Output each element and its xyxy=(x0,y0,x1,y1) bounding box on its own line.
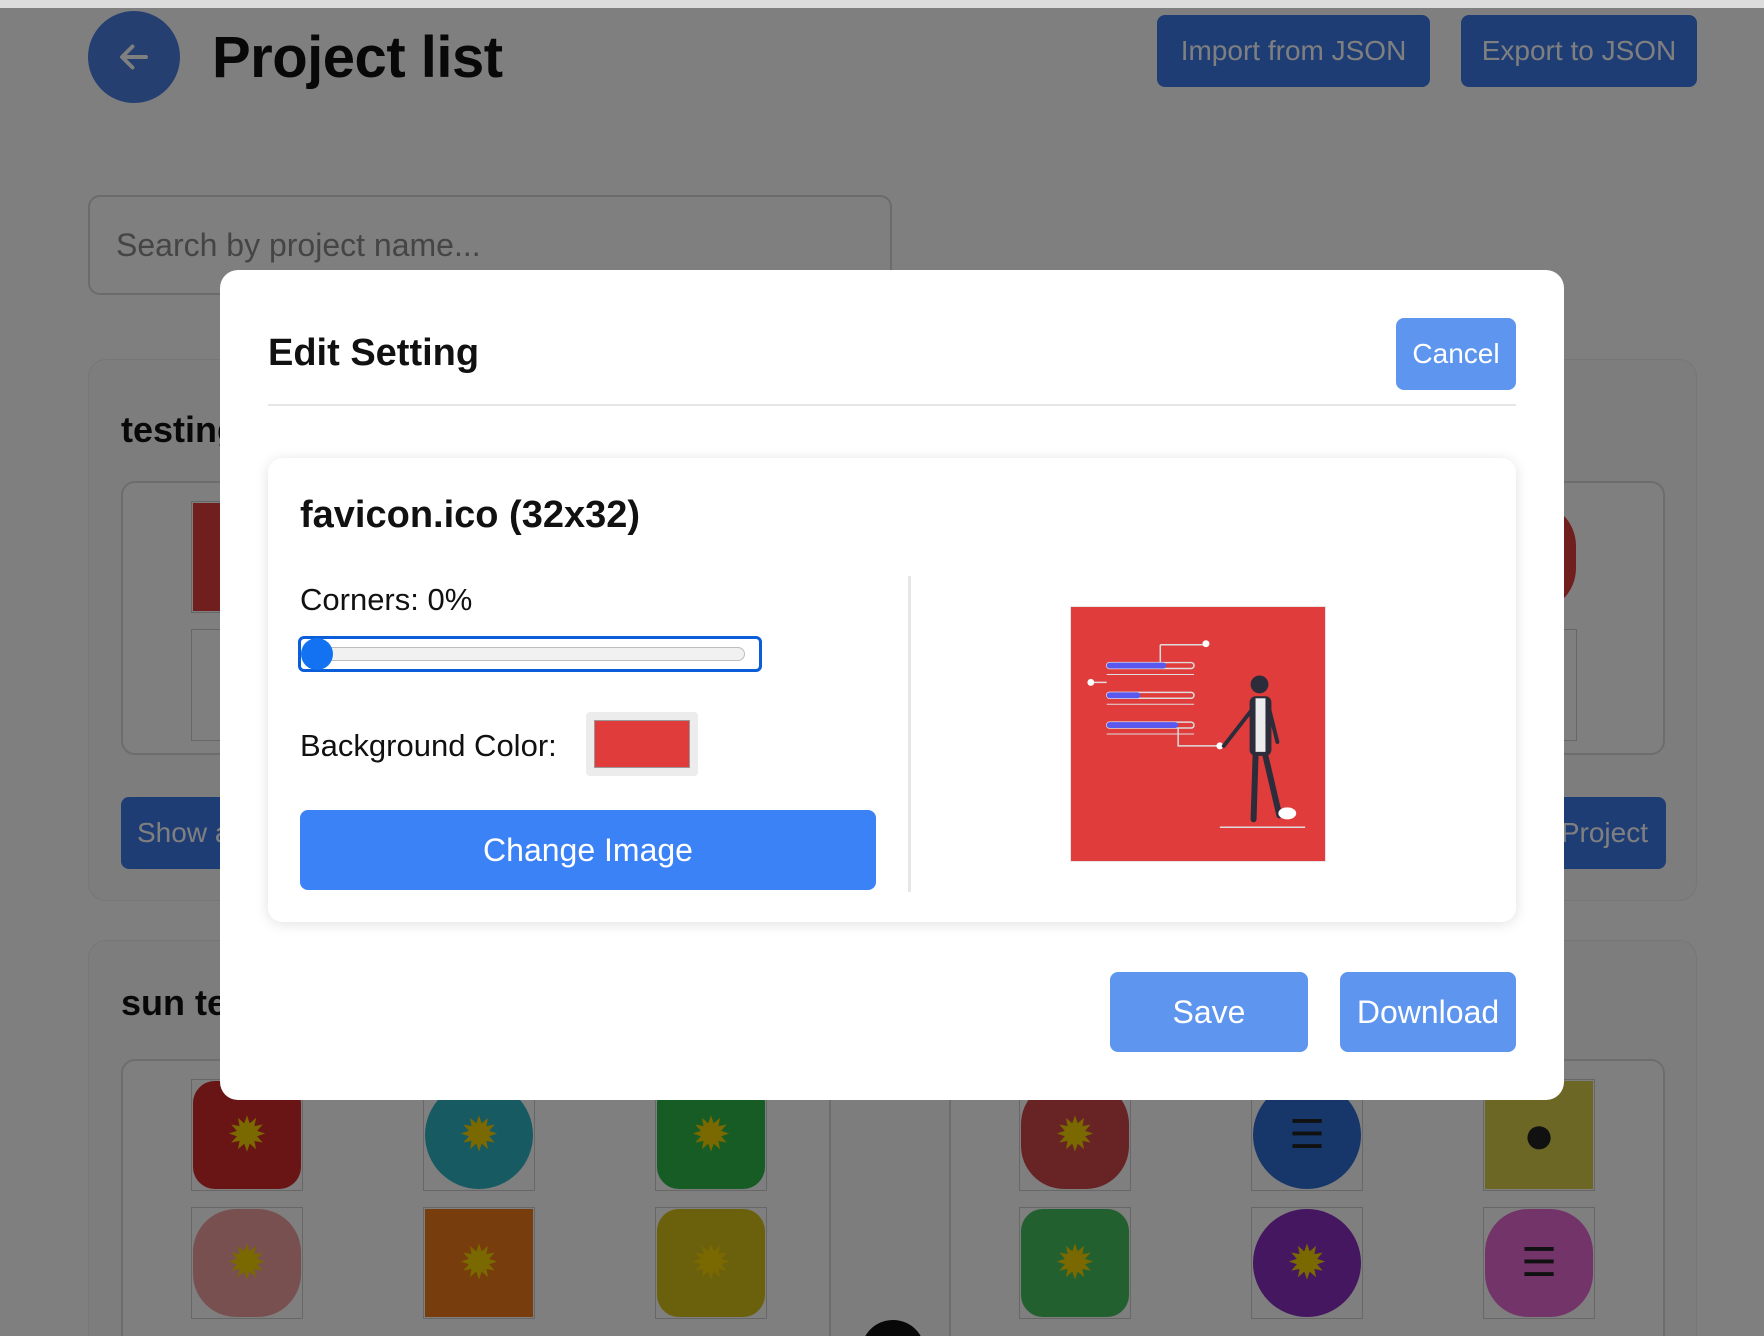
setting-card: favicon.ico (32x32) Corners: 0% Backgrou… xyxy=(268,458,1516,922)
person-illustration-icon xyxy=(1087,640,1306,829)
change-image-button[interactable]: Change Image xyxy=(300,810,876,890)
vertical-divider xyxy=(908,576,911,892)
top-strip xyxy=(0,0,1764,8)
background-color-picker[interactable] xyxy=(586,712,698,776)
save-button[interactable]: Save xyxy=(1110,972,1308,1052)
corners-slider[interactable] xyxy=(298,636,762,672)
download-button[interactable]: Download xyxy=(1340,972,1516,1052)
background-color-label: Background Color: xyxy=(300,728,557,763)
corners-label: Corners: 0% xyxy=(300,582,473,617)
divider xyxy=(268,404,1516,406)
modal-title: Edit Setting xyxy=(268,332,480,374)
cancel-button[interactable]: Cancel xyxy=(1396,318,1516,390)
slider-track xyxy=(315,647,745,661)
file-title: favicon.ico (32x32) xyxy=(300,494,641,536)
icon-preview xyxy=(1070,606,1326,862)
slider-thumb[interactable] xyxy=(301,638,333,670)
edit-setting-modal: Edit Setting Cancel favicon.ico (32x32) … xyxy=(220,270,1564,1100)
color-swatch xyxy=(594,720,690,768)
